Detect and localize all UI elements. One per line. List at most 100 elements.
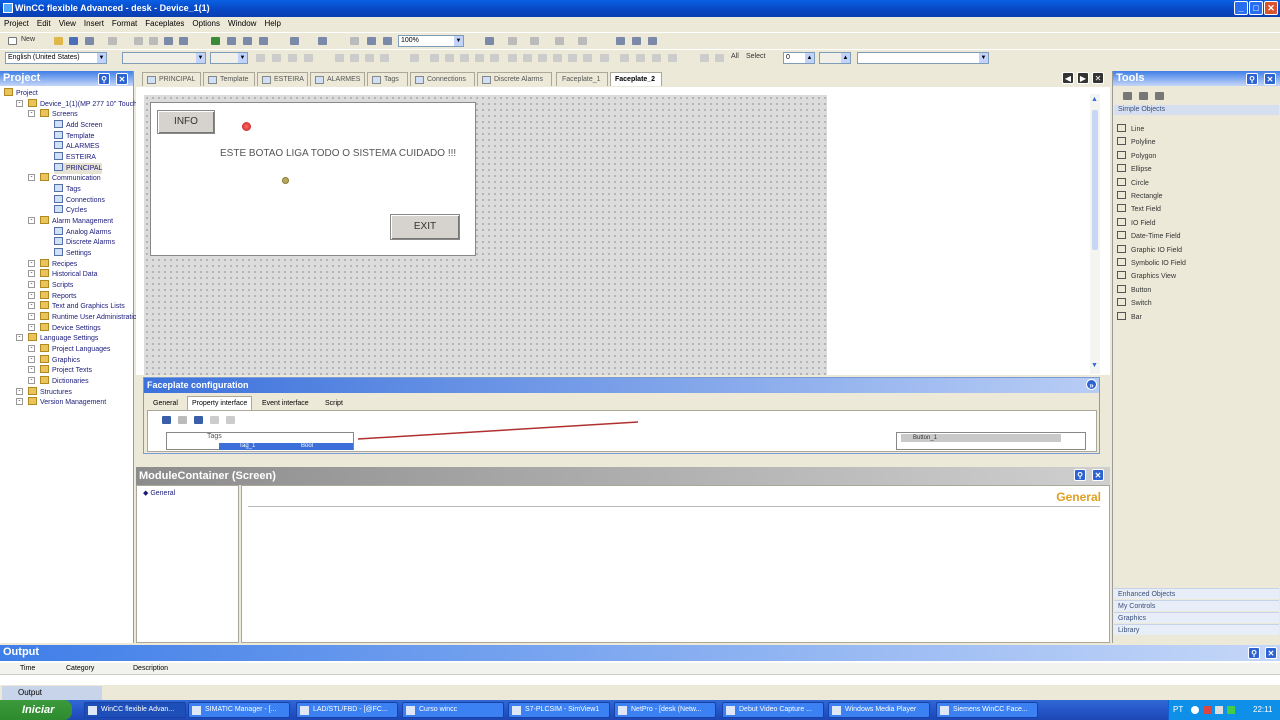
nav-item-general[interactable]: ◆ General xyxy=(143,489,175,497)
tab-general[interactable]: General xyxy=(148,396,183,410)
move-down-icon[interactable] xyxy=(226,416,235,424)
tree-item-device-1-1-mp-277-10-touch[interactable]: - Device_1(1)(MP 277 10'' Touch) xyxy=(16,98,139,110)
rotate-icon[interactable] xyxy=(583,54,592,62)
send-back-icon[interactable] xyxy=(538,54,547,62)
tree-item-runtime-user-administration[interactable]: - Runtime User Administration xyxy=(28,312,141,323)
taskbar-button[interactable]: SIMATIC Manager - [... xyxy=(188,702,290,718)
grid-icon[interactable] xyxy=(620,54,629,62)
close-tab-icon[interactable]: ✕ xyxy=(1092,72,1104,84)
tab-esteira[interactable]: ESTEIRA xyxy=(257,72,308,86)
taskbar-button[interactable]: Windows Media Player xyxy=(828,702,930,718)
tab-script[interactable]: Script xyxy=(320,396,348,410)
close-icon[interactable]: ✕ xyxy=(1092,469,1104,481)
tool-bar[interactable]: Bar xyxy=(1117,311,1142,323)
pin-icon[interactable]: ⚲ xyxy=(1246,73,1258,85)
tool-button[interactable]: Button xyxy=(1117,284,1151,296)
add-category-icon[interactable] xyxy=(194,416,203,424)
expand-toggle-icon[interactable]: - xyxy=(16,398,23,406)
select-label[interactable]: Select xyxy=(746,53,765,60)
expand-toggle-icon[interactable]: - xyxy=(28,377,35,385)
new-icon[interactable] xyxy=(8,37,17,45)
tree-item-scripts[interactable]: - Scripts xyxy=(28,280,73,291)
same-size-icon[interactable] xyxy=(490,54,499,62)
tool-switch[interactable]: Switch xyxy=(1117,298,1152,309)
tab-tags[interactable]: Tags xyxy=(367,72,408,86)
pin-icon[interactable]: ⚲ xyxy=(1248,647,1260,659)
compile-icon[interactable] xyxy=(227,37,236,45)
line-width-icon[interactable] xyxy=(578,37,587,45)
expand-toggle-icon[interactable]: - xyxy=(28,270,35,278)
menu-format[interactable]: Format xyxy=(108,17,141,30)
tool-rectangle[interactable]: Rectangle xyxy=(1117,191,1163,202)
tree-item-connections[interactable]: Connections xyxy=(54,194,105,206)
expand-toggle-icon[interactable]: - xyxy=(16,334,23,342)
expand-toggle-icon[interactable]: - xyxy=(16,387,23,395)
line-style-icon[interactable] xyxy=(555,37,564,45)
tag-row[interactable]: Tag_1 Bool xyxy=(219,443,353,450)
bring-front-icon[interactable] xyxy=(523,54,532,62)
tab-property-interface[interactable]: Property interface xyxy=(187,396,253,410)
expand-toggle-icon[interactable]: - xyxy=(28,355,35,363)
same-width-icon[interactable] xyxy=(460,54,469,62)
tree-item-dictionaries[interactable]: - Dictionaries xyxy=(28,376,89,387)
zoom-in-icon[interactable] xyxy=(367,37,376,45)
collapse-icon[interactable]: » xyxy=(1086,379,1097,390)
tree-item-communication[interactable]: - Communication xyxy=(28,173,101,184)
layer-icon[interactable] xyxy=(508,54,517,62)
antivirus-icon[interactable] xyxy=(1203,706,1211,714)
ungroup-icon[interactable] xyxy=(568,54,577,62)
tab-faceplate-2[interactable]: Faceplate_2 xyxy=(610,72,662,86)
sort-icon[interactable] xyxy=(290,37,299,45)
font-size-combo[interactable]: ▼ xyxy=(210,52,248,64)
settings-icon[interactable] xyxy=(616,37,625,45)
tool-polygon[interactable]: Polygon xyxy=(1117,150,1156,162)
table-icon[interactable] xyxy=(652,54,661,62)
language-indicator[interactable]: PT xyxy=(1173,700,1183,720)
context-help-icon[interactable] xyxy=(648,37,657,45)
layer-spinner[interactable]: ▲ xyxy=(819,52,851,64)
tool-date-time-field[interactable]: Date-Time Field xyxy=(1117,231,1181,242)
tree-item-device-settings[interactable]: - Device Settings xyxy=(28,322,101,334)
menu-faceplates[interactable]: Faceplates xyxy=(141,17,188,30)
copy-icon[interactable] xyxy=(164,37,173,45)
tree-item-version-management[interactable]: - Version Management xyxy=(16,397,106,408)
exit-button[interactable]: EXIT xyxy=(390,214,460,240)
redo-icon[interactable] xyxy=(108,37,117,45)
menu-options[interactable]: Options xyxy=(188,17,224,30)
tree-item-historical-data[interactable]: - Historical Data xyxy=(28,269,98,280)
tab-alarmes[interactable]: ALARMES xyxy=(310,72,365,86)
tree-item-principal[interactable]: PRINCIPAL xyxy=(54,162,103,174)
pin-icon[interactable]: ⚲ xyxy=(1074,469,1086,481)
tab-event-interface[interactable]: Event interface xyxy=(257,396,314,410)
pointer-icon[interactable] xyxy=(1123,92,1132,100)
tool-io-field[interactable]: IO Field xyxy=(1117,217,1156,229)
column-time[interactable]: Time xyxy=(20,663,35,675)
tool-graphics-view[interactable]: Graphics View xyxy=(1117,271,1176,282)
layer-number-combo[interactable]: 0 ▲ xyxy=(783,52,815,64)
zoom-combo[interactable]: 100% ▼ xyxy=(398,35,464,47)
tree-item-template[interactable]: Template xyxy=(54,130,94,142)
tree-item-tags[interactable]: Tags xyxy=(54,184,81,195)
volume-icon[interactable] xyxy=(1215,706,1223,714)
tree-item-add-screen[interactable]: Add Screen xyxy=(54,120,103,131)
expand-toggle-icon[interactable]: - xyxy=(28,281,35,289)
column-category[interactable]: Category xyxy=(66,663,94,675)
tree-item-settings[interactable]: Settings xyxy=(54,248,91,259)
move-up-icon[interactable] xyxy=(210,416,219,424)
scroll-thumb[interactable] xyxy=(1092,110,1098,250)
font-combo[interactable]: ▼ xyxy=(122,52,206,64)
tree-item-recipes[interactable]: - Recipes xyxy=(28,258,77,270)
tree-item-screens[interactable]: - Screens xyxy=(28,109,78,120)
menu-window[interactable]: Window xyxy=(224,17,260,30)
simple-objects-header[interactable]: Simple Objects xyxy=(1114,105,1279,115)
expand-toggle-icon[interactable]: - xyxy=(28,174,35,182)
transfer-icon[interactable] xyxy=(243,37,252,45)
new-button-label[interactable]: New xyxy=(21,36,35,43)
close-icon[interactable]: ✕ xyxy=(1264,73,1276,85)
scroll-down-icon[interactable]: ▼ xyxy=(1091,362,1098,369)
taskbar-button[interactable]: S7-PLCSIM - SimView1 xyxy=(508,702,610,718)
tool-ellipse[interactable]: Ellipse xyxy=(1117,164,1152,175)
align-right-icon[interactable] xyxy=(365,54,374,62)
expand-toggle-icon[interactable]: - xyxy=(28,110,35,118)
remove-property-icon[interactable] xyxy=(178,416,187,424)
